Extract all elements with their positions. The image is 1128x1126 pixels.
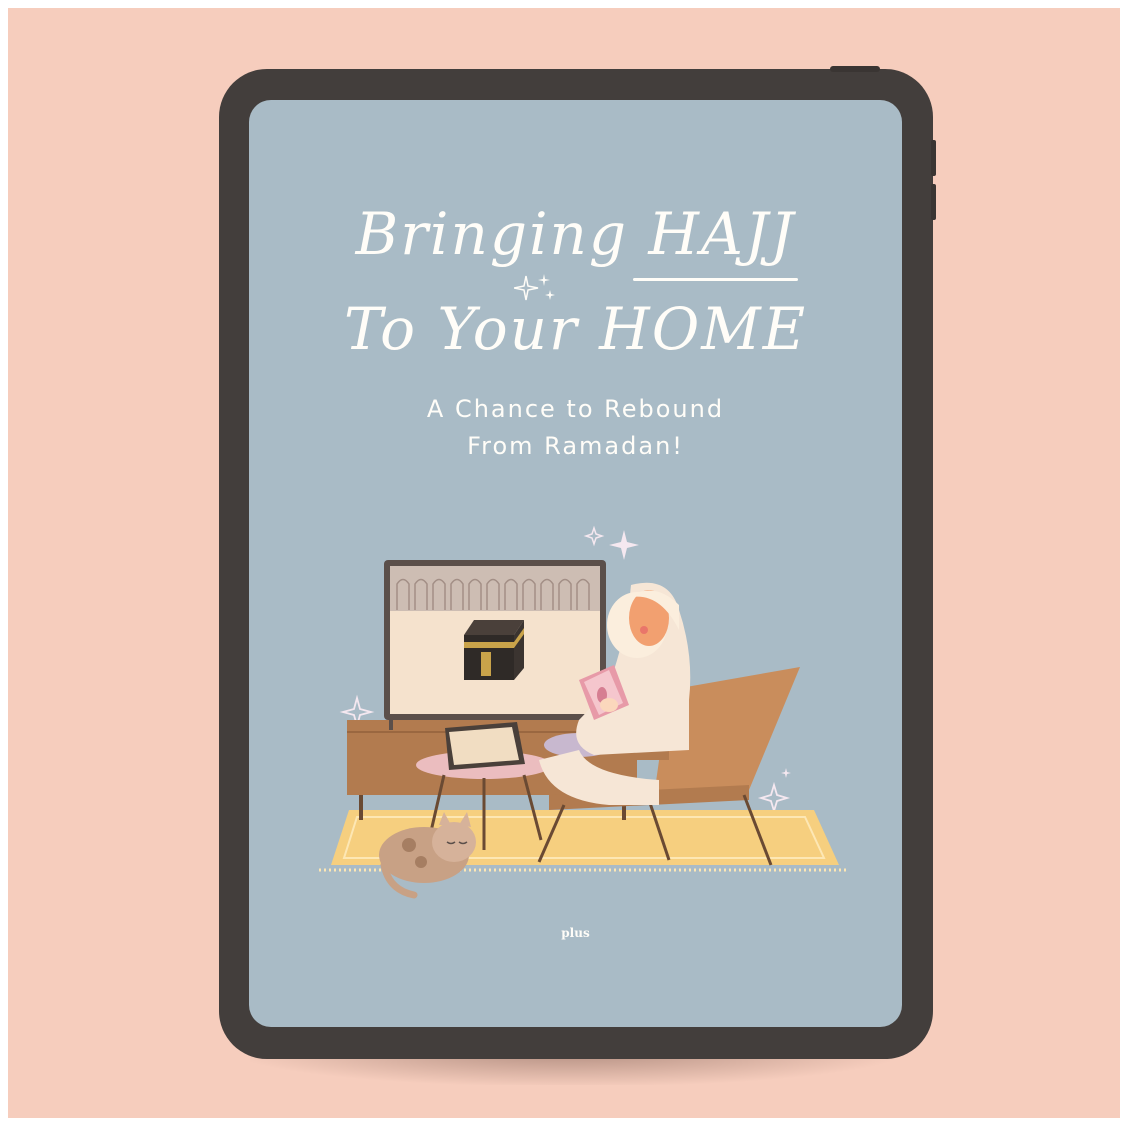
cover-title-line2: To Your HOME (343, 295, 808, 363)
title-underline (633, 278, 798, 281)
brand-logo: plus (561, 926, 590, 940)
tablet-volume-down-button (931, 184, 936, 220)
cover-title-line1: Bringing HAJJ (355, 200, 796, 268)
cover-subtitle-line1: A Chance to Rebound (426, 395, 725, 423)
tablet-screen: Bringing HAJJ To Your HOME A Chance to R… (249, 100, 902, 1027)
tablet-volume-up-button (931, 140, 936, 176)
tablet-power-button (830, 66, 880, 72)
sparkle-icon (514, 274, 555, 301)
living-room-illustration (319, 525, 849, 899)
cover-subtitle-line2: From Ramadan! (467, 432, 684, 460)
tv-screen-kaaba (384, 560, 606, 730)
